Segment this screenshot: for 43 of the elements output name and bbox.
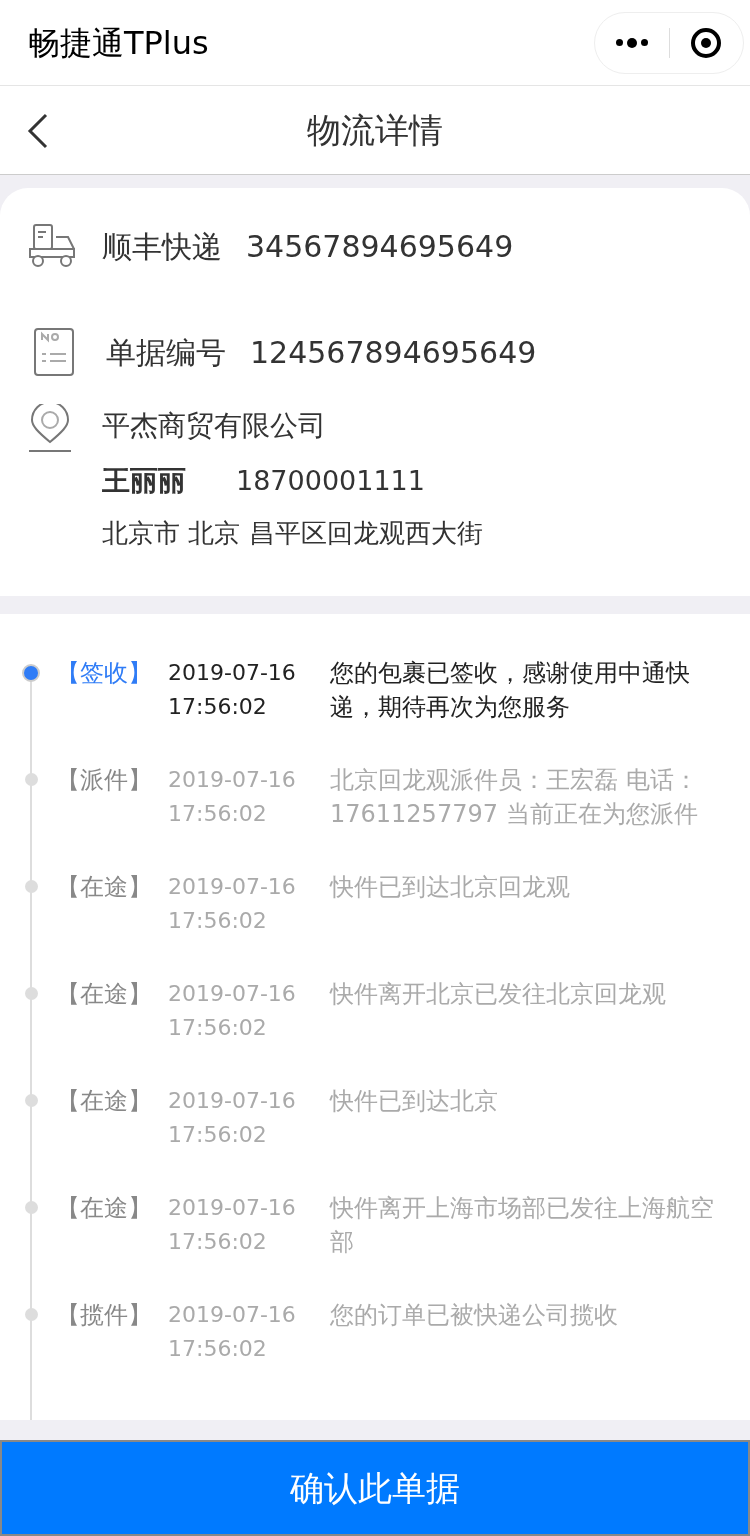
step-time: 17:56:02	[168, 1228, 268, 1256]
company-name: 平杰商贸有限公司	[102, 408, 327, 444]
confirm-button[interactable]: 确认此单据	[0, 1440, 750, 1536]
step-date: 2019-07-16	[168, 1087, 297, 1115]
page-title: 物流详情	[307, 108, 443, 152]
step-time: 17:56:02	[168, 693, 268, 721]
step-date: 2019-07-16	[168, 1301, 297, 1329]
location-pin-icon	[28, 404, 72, 452]
step-status: 【签收】	[56, 658, 153, 689]
step-time: 17:56:02	[168, 1014, 268, 1042]
step-date: 2019-07-16	[168, 659, 297, 687]
contact-phone: 18700001111	[236, 463, 425, 498]
step-date: 2019-07-16	[168, 873, 297, 901]
step-description: 快件离开北京已发往北京回龙观	[330, 979, 667, 1010]
step-time: 17:56:02	[168, 907, 268, 935]
carrier-name: 顺丰快递	[102, 227, 222, 266]
step-description: 快件离开上海市场部已发往上海航空部	[330, 1193, 715, 1258]
step-date: 2019-07-16	[168, 1194, 297, 1222]
step-description: 您的订单已被快递公司揽收	[330, 1300, 619, 1331]
tracking-number: 34567894695649	[246, 227, 514, 266]
truck-icon	[28, 223, 76, 269]
step-time: 17:56:02	[168, 1121, 268, 1149]
step-description: 快件已到达北京回龙观	[330, 872, 571, 903]
step-time: 17:56:02	[168, 1335, 268, 1363]
step-status: 【在途】	[56, 979, 153, 1010]
step-description: 北京回龙观派件员：王宏磊 电话：17611257797 当前正在为您派件	[330, 765, 699, 830]
step-status: 【在途】	[56, 872, 153, 903]
step-description: 快件已到达北京	[330, 1086, 499, 1117]
step-date: 2019-07-16	[168, 766, 297, 794]
step-status: 【在途】	[56, 1086, 153, 1117]
step-status: 【在途】	[56, 1193, 153, 1224]
address: 北京市 北京 昌平区回龙观西大街	[102, 517, 483, 550]
step-date: 2019-07-16	[168, 980, 297, 1008]
doc-number: 124567894695649	[250, 333, 537, 372]
back-icon[interactable]	[26, 112, 50, 150]
app-title: 畅捷通TPlus	[28, 22, 209, 64]
step-description: 您的包裹已签收，感谢使用中通快递，期待再次为您服务	[330, 658, 691, 723]
step-status: 【揽件】	[56, 1300, 153, 1331]
step-time: 17:56:02	[168, 800, 268, 828]
contact-name: 王丽丽	[102, 463, 187, 499]
step-status: 【派件】	[56, 765, 153, 796]
document-icon	[34, 328, 74, 376]
doc-label: 单据编号	[106, 333, 226, 372]
